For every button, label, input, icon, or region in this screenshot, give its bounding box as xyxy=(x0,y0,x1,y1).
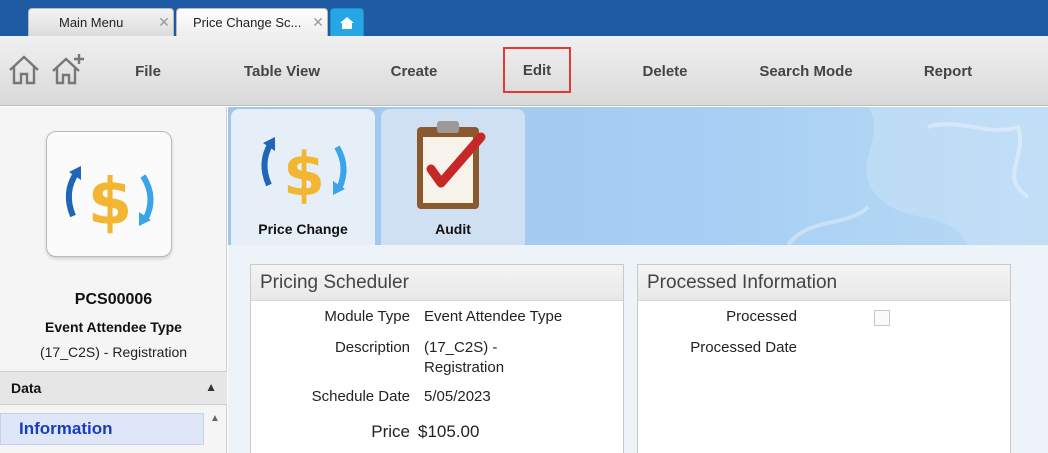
field-value: 5/05/2023 xyxy=(424,388,491,405)
detail-content: Pricing Scheduler Module Type Event Atte… xyxy=(228,245,1048,453)
processed-row: Processed xyxy=(638,308,1012,330)
processed-information-panel: Processed Information Processed Processe… xyxy=(637,264,1011,453)
tab-main-menu[interactable]: Main Menu ✕ xyxy=(28,8,174,36)
sidebar-item-label: Information xyxy=(19,419,113,438)
panel-title: Pricing Scheduler xyxy=(251,265,623,301)
tab-label: Price Change Sc... xyxy=(193,15,302,30)
tab-label: Main Menu xyxy=(59,15,124,30)
module-price-change[interactable]: $ Price Change xyxy=(231,109,375,245)
search-mode-button[interactable]: Search Mode xyxy=(746,36,866,106)
price-row: Price $105.00 xyxy=(251,422,625,444)
svg-text:$: $ xyxy=(88,166,133,240)
module-label: Price Change xyxy=(258,221,348,237)
report-button[interactable]: Report xyxy=(910,36,986,106)
file-menu[interactable]: File xyxy=(118,36,178,106)
module-audit[interactable]: Audit xyxy=(381,109,525,245)
record-subtitle: (17_C2S) - Registration xyxy=(39,344,188,360)
field-label: Processed xyxy=(726,308,797,325)
clipboard-check-icon xyxy=(417,121,486,209)
field-value: Event Attendee Type xyxy=(424,308,563,325)
price-change-record-icon: $ xyxy=(46,131,172,257)
field-label: Module Type xyxy=(324,308,410,325)
field-label: Processed Date xyxy=(690,339,797,356)
table-view-button[interactable]: Table View xyxy=(228,36,336,106)
sidebar-item-information[interactable]: Information xyxy=(0,413,204,445)
scroll-up-arrow-icon[interactable]: ▲ xyxy=(207,413,223,429)
edit-button[interactable]: Edit xyxy=(503,47,571,93)
dollar-sync-icon: $ xyxy=(261,137,347,210)
panel-title: Processed Information xyxy=(638,265,1010,301)
module-label: Audit xyxy=(435,221,471,237)
data-section-header[interactable]: Data ▲ xyxy=(0,371,227,405)
module-banner: $ Price Change Audit xyxy=(228,107,1048,245)
home-icon xyxy=(340,16,354,29)
record-type: Event Attendee Type xyxy=(45,319,182,335)
close-icon[interactable]: ✕ xyxy=(309,14,327,31)
svg-text:$: $ xyxy=(283,140,325,210)
window-tab-strip: Main Menu ✕ Price Change Sc... ✕ xyxy=(0,0,1048,36)
record-sidebar: $ PCS00006 Event Attendee Type (17_C2S) … xyxy=(0,107,227,453)
field-label: Schedule Date xyxy=(311,388,410,405)
close-icon[interactable]: ✕ xyxy=(155,14,173,31)
field-value: $105.00 xyxy=(418,422,480,441)
field-value: Registration xyxy=(424,359,505,376)
home-tab-button[interactable] xyxy=(330,8,364,36)
toolbar: File Table View Create Edit Delete Searc… xyxy=(0,36,1048,106)
data-section-title: Data xyxy=(11,380,42,396)
pricing-scheduler-panel: Pricing Scheduler Module Type Event Atte… xyxy=(250,264,624,453)
processed-date-row: Processed Date xyxy=(638,339,1012,361)
description-row: Description (17_C2S) - Registration xyxy=(251,339,625,381)
main-content: $ Price Change Audit Pricing Scheduler M… xyxy=(228,107,1048,453)
chevron-up-icon[interactable]: ▲ xyxy=(205,380,217,394)
tab-price-change[interactable]: Price Change Sc... ✕ xyxy=(176,8,328,36)
schedule-date-row: Schedule Date 5/05/2023 xyxy=(251,388,625,410)
delete-button[interactable]: Delete xyxy=(625,36,705,106)
home-icon[interactable] xyxy=(6,52,42,88)
create-button[interactable]: Create xyxy=(374,36,454,106)
field-value: (17_C2S) - xyxy=(424,339,498,356)
record-code: PCS00006 xyxy=(74,291,153,308)
module-type-row: Module Type Event Attendee Type xyxy=(251,308,625,330)
processed-checkbox[interactable] xyxy=(874,310,890,326)
field-label: Price xyxy=(371,422,410,441)
field-label: Description xyxy=(334,339,410,356)
add-home-icon[interactable] xyxy=(50,52,86,88)
